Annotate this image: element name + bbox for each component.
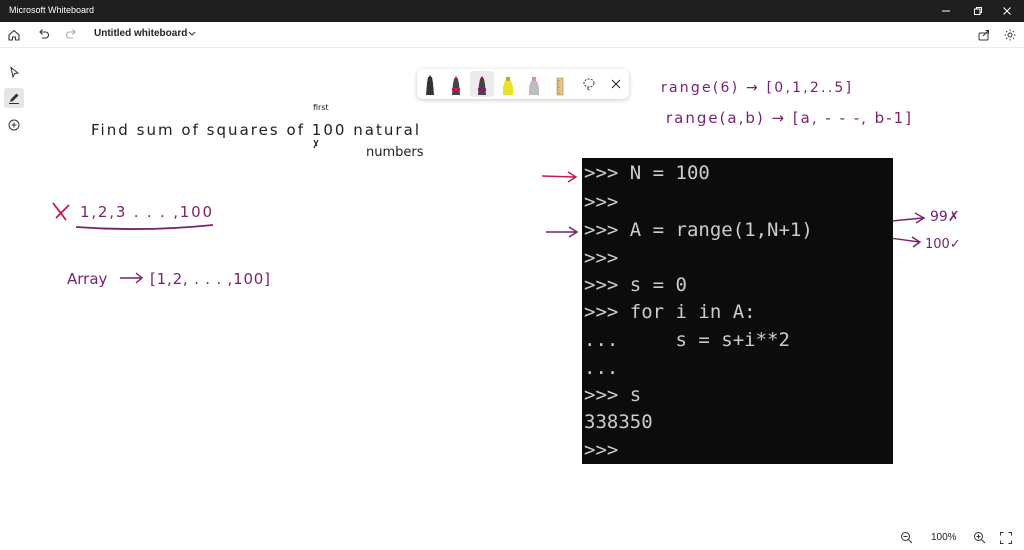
terminal-line: ... [584,357,619,379]
terminal-line: >>> [584,191,619,213]
range-note-1: range(6) → [0,1,2..5] [661,80,851,96]
question-text: Find sum of squares of 100 natural [91,121,419,139]
close-icon [1003,7,1011,15]
gear-icon [1004,29,1016,41]
sequence-underline [75,224,214,230]
home-button[interactable] [3,24,25,46]
home-icon [8,29,20,41]
question-first-text: first [313,103,329,112]
terminal-line: >>> s [584,384,642,406]
share-icon [978,30,989,41]
chevron-down-icon[interactable] [186,27,198,41]
arrow-icon [120,272,144,284]
array-label: Array [67,270,108,288]
question-numbers-text: numbers [366,145,424,160]
minimize-icon [942,10,950,12]
arrow-icon [541,171,578,183]
arrow-icon [546,226,579,238]
undo-button[interactable] [33,24,55,46]
sequence-text: 1,2,3 . . . ,100 [80,203,212,221]
window-title: Microsoft Whiteboard [9,5,95,15]
python-terminal: >>> N = 100 >>> >>> A = range(1,N+1) >>>… [582,158,893,464]
fit-to-screen-icon[interactable] [999,531,1013,545]
insert-caret [313,139,319,149]
redo-button[interactable] [60,24,82,46]
terminal-line: 338350 [584,411,653,433]
array-value-text: [1,2, . . . ,100] [150,270,270,288]
close-window-button[interactable] [990,0,1024,22]
note-99: 99✗ [930,209,960,225]
terminal-line: >>> A = range(1,N+1) [584,219,813,241]
whiteboard-app: Microsoft Whiteboard Untitled whiteboard [0,0,1024,550]
range-note-2: range(a,b) → [a, - - -, b-1] [666,109,911,127]
zoom-level[interactable]: 100% [931,532,957,543]
zoom-out-icon[interactable] [900,531,914,545]
restore-icon [974,7,982,15]
terminal-line: >>> [584,247,619,269]
zoom-in-icon[interactable] [973,531,987,545]
note-100: 100✓ [925,237,961,252]
board-title[interactable]: Untitled whiteboard [94,28,187,39]
terminal-line: >>> N = 100 [584,162,710,184]
terminal-line: >>> [584,439,619,461]
terminal-line: >>> for i in A: [584,301,756,323]
title-bar: Microsoft Whiteboard [0,0,1024,22]
minimize-button[interactable] [929,0,963,22]
undo-icon [39,29,49,39]
redo-icon [66,29,76,39]
share-button[interactable] [973,24,995,46]
settings-button[interactable] [999,24,1021,46]
cross-mark [52,202,70,221]
terminal-line: ... s = s+i**2 [584,329,790,351]
app-toolbar: Untitled whiteboard [0,22,1024,48]
terminal-line: >>> s = 0 [584,274,687,296]
